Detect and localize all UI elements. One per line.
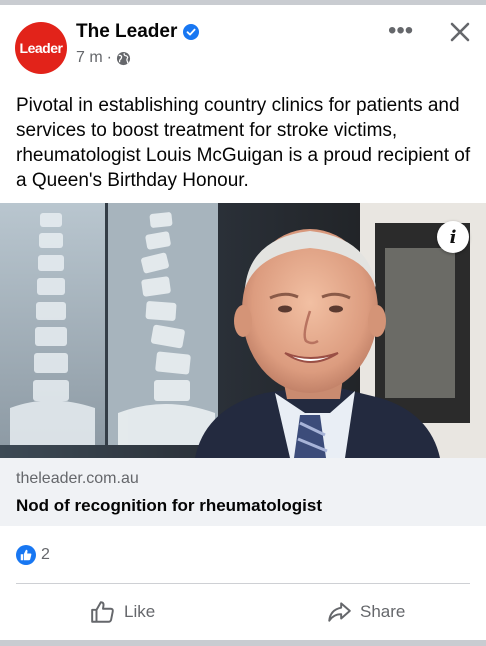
post-meta: 7 m · <box>76 49 131 67</box>
globe-icon <box>116 51 131 65</box>
post-text: Pivotal in establishing country clinics … <box>16 95 471 191</box>
info-icon[interactable]: i <box>437 221 469 253</box>
like-button[interactable]: Like <box>90 597 155 627</box>
bottom-separator <box>0 640 486 646</box>
avatar[interactable]: Leader <box>15 22 67 74</box>
share-button[interactable]: Share <box>326 597 405 627</box>
more-options-icon[interactable]: ••• <box>388 19 413 43</box>
share-label: Share <box>360 602 406 621</box>
post-time[interactable]: 7 m <box>76 49 103 67</box>
meta-separator: · <box>106 49 112 66</box>
action-divider <box>16 583 470 584</box>
post-card: Leader The Leader 7 m · ••• Pivotal in e… <box>0 5 486 640</box>
author-name[interactable]: The Leader <box>76 21 177 43</box>
link-headline: Nod of recognition for rheumatologist <box>16 496 322 515</box>
close-icon[interactable] <box>448 20 472 44</box>
post-photo-illustration <box>0 203 486 458</box>
like-reaction-icon <box>16 545 36 565</box>
post-image[interactable] <box>0 203 486 458</box>
like-label: Like <box>124 602 156 621</box>
author-name-row[interactable]: The Leader <box>76 21 200 43</box>
thumbs-up-icon <box>91 601 114 623</box>
link-preview[interactable]: theleader.com.au Nod of recognition for … <box>0 458 486 526</box>
avatar-logo-text: Leader <box>19 40 63 56</box>
verified-badge-icon <box>183 24 200 40</box>
share-arrow-icon <box>328 602 351 622</box>
link-domain: theleader.com.au <box>16 470 139 487</box>
reaction-count: 2 <box>41 546 50 563</box>
reaction-summary[interactable]: 2 <box>16 545 50 565</box>
